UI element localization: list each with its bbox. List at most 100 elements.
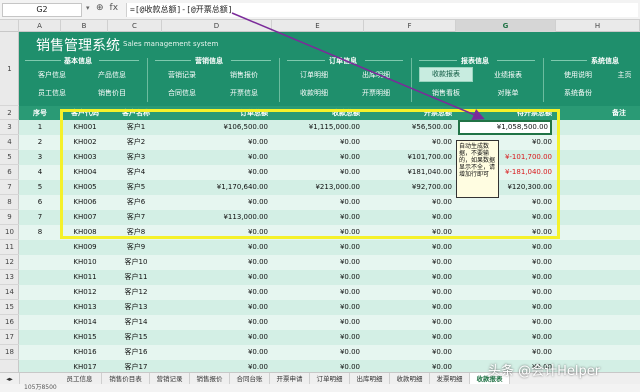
col-header-a[interactable]: A [19,20,61,32]
th-customer-code[interactable]: 客户代码 [63,106,107,120]
cell-pending-invoice[interactable]: ¥0.00 [458,330,552,345]
cell-order-total[interactable]: ¥0.00 [164,285,268,300]
cell-payment-total[interactable]: ¥0.00 [274,255,360,270]
cell-invoice-total[interactable]: ¥0.00 [366,270,452,285]
cell-order-total[interactable]: ¥0.00 [164,345,268,360]
cell-invoice-total[interactable]: ¥0.00 [366,225,452,240]
cell-order-total[interactable]: ¥0.00 [164,270,268,285]
row-number[interactable]: 3 [0,120,19,135]
btn-employee-info[interactable]: 员工信息 [25,86,79,101]
col-header-h[interactable]: H [556,20,640,32]
cell-remarks[interactable] [556,270,636,285]
cell-customer-name[interactable]: 客户12 [111,285,161,300]
cell-invoice-total[interactable]: ¥0.00 [366,255,452,270]
cell-order-total[interactable]: ¥106,500.00 [164,120,268,135]
btn-system-backup[interactable]: 系统备份 [551,86,605,101]
cell-index[interactable]: 3 [23,150,57,165]
cell-index[interactable]: 1 [23,120,57,135]
cell-payment-total[interactable]: ¥0.00 [274,300,360,315]
cell-pending-invoice[interactable]: ¥0.00 [458,255,552,270]
cell-payment-total[interactable]: ¥0.00 [274,285,360,300]
cell-payment-total[interactable]: ¥0.00 [274,315,360,330]
btn-price-list[interactable]: 销售价目 [85,86,139,101]
btn-payment-details[interactable]: 收款明细 [287,86,341,101]
cell-customer-name[interactable]: 客户3 [111,150,161,165]
cell-remarks[interactable] [556,120,636,135]
cell-pending-invoice[interactable]: ¥0.00 [458,315,552,330]
cell-invoice-total[interactable]: ¥0.00 [366,285,452,300]
cell-payment-total[interactable]: ¥0.00 [274,225,360,240]
cell-remarks[interactable] [556,210,636,225]
row-number[interactable]: 15 [0,300,19,315]
cell-payment-total[interactable]: ¥0.00 [274,330,360,345]
col-header-f[interactable]: F [364,20,456,32]
row-number[interactable]: 7 [0,180,19,195]
cell-pending-invoice[interactable]: ¥0.00 [458,285,552,300]
cell-customer-code[interactable]: KH013 [63,300,107,315]
th-remarks[interactable]: 备注 [556,106,636,120]
cell-customer-name[interactable]: 客户2 [111,135,161,150]
btn-order-details[interactable]: 订单明细 [287,68,341,83]
btn-contract-info[interactable]: 合同信息 [155,86,209,101]
row-number[interactable]: 17 [0,330,19,345]
cell-customer-code[interactable]: KH007 [63,210,107,225]
cell-customer-name[interactable]: 客户4 [111,165,161,180]
cell-customer-code[interactable]: KH005 [63,180,107,195]
cell-invoice-total[interactable]: ¥0.00 [366,300,452,315]
btn-outbound-details[interactable]: 出库明细 [349,68,403,83]
cell-index[interactable]: 2 [23,135,57,150]
cell-order-total[interactable]: ¥113,000.00 [164,210,268,225]
cell-index[interactable] [23,330,57,345]
row-number[interactable]: 11 [0,240,19,255]
cell-index[interactable] [23,255,57,270]
cell-customer-code[interactable]: KH002 [63,135,107,150]
btn-sales-quote[interactable]: 销售报价 [217,68,271,83]
cell-remarks[interactable] [556,180,636,195]
btn-invoice-info[interactable]: 开票信息 [217,86,271,101]
cell-pending-invoice[interactable]: ¥0.00 [458,300,552,315]
cell-invoice-total[interactable]: ¥0.00 [366,240,452,255]
cell-customer-code[interactable]: KH014 [63,315,107,330]
row-number[interactable]: 18 [0,345,19,360]
row-number[interactable]: 16 [0,315,19,330]
cell-index[interactable] [23,315,57,330]
cell-index[interactable] [23,270,57,285]
th-order-total[interactable]: 订单总额 [164,106,268,120]
cell-pending-invoice[interactable]: ¥0.00 [458,225,552,240]
cell-order-total[interactable]: ¥0.00 [164,165,268,180]
btn-home[interactable]: 主页 [609,68,640,83]
zoom-icon[interactable]: ⊕ [96,3,104,13]
btn-marketing-records[interactable]: 营销记录 [155,68,209,83]
cell-customer-name[interactable]: 客户15 [111,330,161,345]
cell-order-total[interactable]: ¥0.00 [164,255,268,270]
cell-invoice-total[interactable]: ¥181,040.00 [366,165,452,180]
cell-index[interactable] [23,300,57,315]
cell-customer-code[interactable]: KH006 [63,195,107,210]
cell-payment-total[interactable]: ¥0.00 [274,345,360,360]
btn-sales-dashboard[interactable]: 销售看板 [419,86,473,101]
cell-customer-name[interactable]: 客户14 [111,315,161,330]
cell-payment-total[interactable]: ¥0.00 [274,165,360,180]
cell-remarks[interactable] [556,300,636,315]
cell-index[interactable]: 7 [23,210,57,225]
cell-payment-total[interactable]: ¥1,115,000.00 [274,120,360,135]
cell-customer-name[interactable]: 客户1 [111,120,161,135]
btn-statement[interactable]: 对账单 [481,86,535,101]
formula-input[interactable]: =[@收款总额]-[@开票总额] [126,3,638,17]
cell-index[interactable]: 8 [23,225,57,240]
cell-payment-total[interactable]: ¥0.00 [274,210,360,225]
cell-customer-name[interactable]: 客户10 [111,255,161,270]
row-number[interactable]: 4 [0,135,19,150]
cell-index[interactable] [23,345,57,360]
cell-customer-code[interactable]: KH011 [63,270,107,285]
cell-payment-total[interactable]: ¥0.00 [274,240,360,255]
cell-invoice-total[interactable]: ¥0.00 [366,195,452,210]
row-number[interactable]: 1 [0,32,19,106]
cell-customer-code[interactable]: KH003 [63,150,107,165]
cell-order-total[interactable]: ¥0.00 [164,150,268,165]
cell-pending-invoice[interactable]: ¥0.00 [458,270,552,285]
cell-order-total[interactable]: ¥0.00 [164,135,268,150]
btn-user-guide[interactable]: 使用说明 [551,68,605,83]
cell-customer-code[interactable]: KH008 [63,225,107,240]
cell-customer-name[interactable]: 客户8 [111,225,161,240]
